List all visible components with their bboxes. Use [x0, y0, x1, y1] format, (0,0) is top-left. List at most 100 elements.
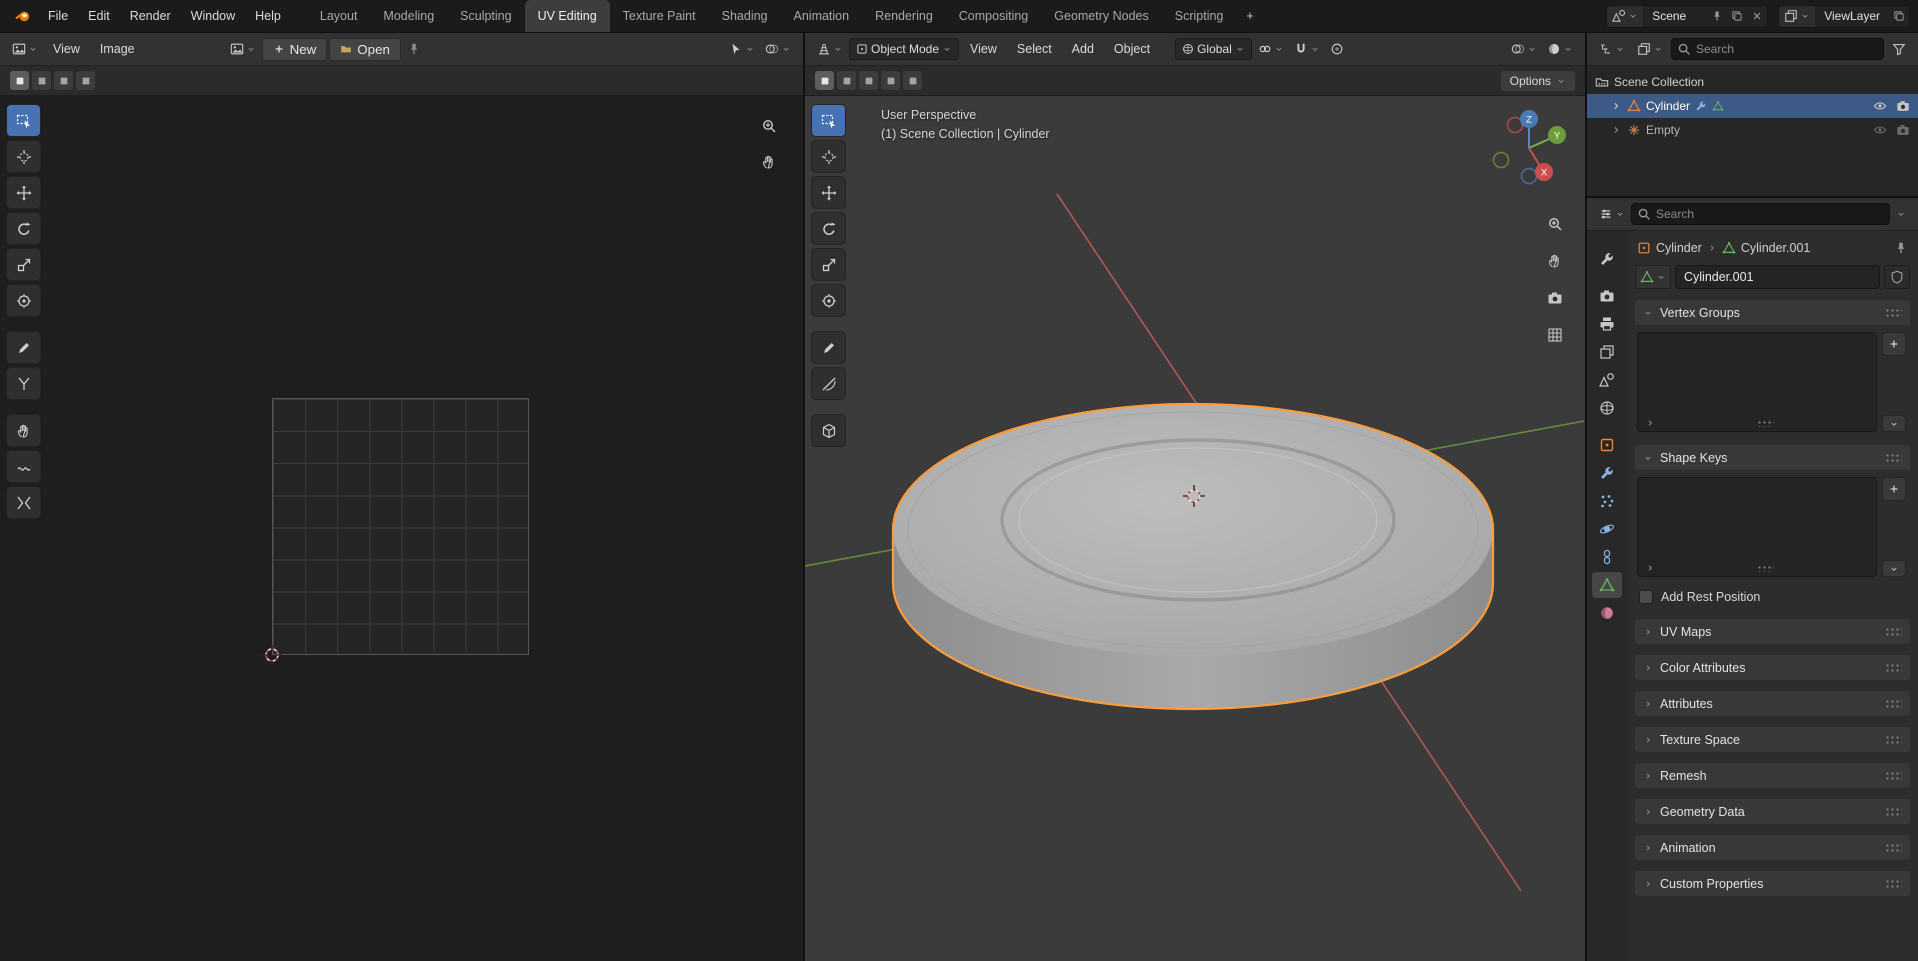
disable-render-icon[interactable] [1896, 123, 1910, 137]
orthographic-toggle-icon[interactable] [1547, 327, 1563, 343]
panel-grip[interactable] [1885, 663, 1902, 672]
tool-cursor[interactable] [7, 141, 40, 172]
viewport-overlays-dropdown[interactable] [1507, 39, 1541, 59]
color-attributes-panel-header[interactable]: Color Attributes [1635, 655, 1910, 680]
menu-render[interactable]: Render [120, 0, 181, 32]
tool-tweak-select-box[interactable] [7, 105, 40, 136]
vp-select-mode-invert[interactable] [881, 71, 900, 90]
panel-grip[interactable] [1885, 843, 1902, 852]
properties-tab-physics[interactable] [1592, 516, 1622, 542]
properties-tab-modifiers[interactable] [1592, 460, 1622, 486]
disable-render-icon[interactable] [1896, 99, 1910, 113]
properties-tab-view-layer[interactable] [1592, 339, 1622, 365]
tool-rotate[interactable] [7, 213, 40, 244]
vertex-group-specials-menu[interactable] [1882, 415, 1906, 432]
tool-transform[interactable] [7, 285, 40, 316]
uv-maps-panel-header[interactable]: UV Maps [1635, 619, 1910, 644]
tab-layout[interactable]: Layout [307, 0, 371, 32]
vp-select-mode-extend[interactable] [837, 71, 856, 90]
snapping-dropdown[interactable] [1290, 39, 1324, 59]
panel-grip[interactable] [1885, 699, 1902, 708]
menu-file[interactable]: File [38, 0, 78, 32]
expand-icon[interactable] [1610, 100, 1622, 112]
vp-menu-view[interactable]: View [961, 33, 1006, 65]
custom-properties-panel-header[interactable]: Custom Properties [1635, 871, 1910, 896]
tool-add-cube[interactable] [812, 415, 845, 446]
properties-tab-output[interactable] [1592, 311, 1622, 337]
hide-eye-icon[interactable] [1873, 99, 1887, 113]
uv-menu-image[interactable]: Image [91, 33, 144, 65]
tool-move[interactable] [812, 177, 845, 208]
tab-geometry-nodes[interactable]: Geometry Nodes [1041, 0, 1161, 32]
uv-overlays-dropdown[interactable] [761, 39, 795, 59]
pan-icon[interactable] [1547, 253, 1563, 269]
vp-select-mode-subtract[interactable] [859, 71, 878, 90]
mesh-datablock-browse-button[interactable] [1635, 265, 1671, 289]
expand-icon[interactable] [1610, 124, 1622, 136]
proportional-editing-icon[interactable] [1326, 39, 1348, 59]
panel-grip[interactable] [1885, 627, 1902, 636]
datablock-name-field[interactable] [1675, 265, 1880, 289]
shape-keys-panel-header[interactable]: Shape Keys [1635, 445, 1910, 470]
cylinder-object[interactable] [893, 404, 1493, 709]
camera-view-icon[interactable] [1547, 290, 1563, 306]
pivot-point-dropdown[interactable] [1254, 39, 1288, 59]
attributes-panel-header[interactable]: Attributes [1635, 691, 1910, 716]
view-layer-browse-button[interactable] [1779, 6, 1815, 27]
vp-menu-select[interactable]: Select [1008, 33, 1061, 65]
tool-tweak-select-box[interactable] [812, 105, 845, 136]
panel-grip[interactable] [1885, 771, 1902, 780]
pin-image-icon[interactable] [403, 39, 425, 59]
properties-tab-material[interactable] [1592, 600, 1622, 626]
properties-search-input[interactable] [1631, 203, 1890, 225]
view-layer-name[interactable]: ViewLayer [1815, 9, 1889, 23]
tab-scripting[interactable]: Scripting [1162, 0, 1237, 32]
tool-cursor[interactable] [812, 141, 845, 172]
panel-grip[interactable] [1885, 807, 1902, 816]
animation-panel-header[interactable]: Animation [1635, 835, 1910, 860]
modifier-icon[interactable] [1695, 100, 1707, 112]
properties-tab-world[interactable] [1592, 395, 1622, 421]
properties-tab-render[interactable] [1592, 283, 1622, 309]
uv-editor-type-button[interactable] [8, 39, 42, 59]
tab-shading[interactable]: Shading [709, 0, 781, 32]
uv-zoom-icon[interactable] [761, 118, 777, 134]
vertex-groups-panel-header[interactable]: Vertex Groups [1635, 300, 1910, 325]
outliner-filter-icon[interactable] [1888, 39, 1910, 59]
tool-rip-region[interactable] [7, 368, 40, 399]
properties-tab-tool[interactable] [1592, 246, 1622, 272]
delete-scene-icon[interactable] [1747, 6, 1767, 27]
add-rest-position-checkbox[interactable] [1639, 590, 1653, 604]
breadcrumb-data[interactable]: Cylinder.001 [1741, 241, 1811, 255]
outliner-row-scene-collection[interactable]: Scene Collection [1587, 70, 1918, 94]
vertex-groups-list[interactable] [1637, 332, 1877, 432]
tab-texture-paint[interactable]: Texture Paint [610, 0, 709, 32]
remesh-panel-header[interactable]: Remesh [1635, 763, 1910, 788]
viewport-shading-dropdown[interactable] [1543, 39, 1577, 59]
pin-scene-icon[interactable] [1707, 6, 1727, 27]
list-resize-grip[interactable] [1757, 565, 1774, 572]
uv-menu-view[interactable]: View [44, 33, 89, 65]
properties-tab-object[interactable] [1592, 432, 1622, 458]
uv-2d-cursor[interactable] [262, 645, 282, 665]
tool-grab[interactable] [7, 415, 40, 446]
open-image-button[interactable]: Open [329, 38, 401, 61]
breadcrumb-object[interactable]: Cylinder [1656, 241, 1702, 255]
new-image-button[interactable]: New [262, 38, 328, 61]
properties-tab-constraints[interactable] [1592, 544, 1622, 570]
outliner-editor-type-button[interactable] [1595, 39, 1629, 59]
tool-relax[interactable] [7, 451, 40, 482]
properties-editor-type-button[interactable] [1595, 204, 1629, 224]
tab-rendering[interactable]: Rendering [862, 0, 946, 32]
mode-dropdown[interactable]: Object Mode [849, 38, 959, 60]
geometry-data-panel-header[interactable]: Geometry Data [1635, 799, 1910, 824]
tab-animation[interactable]: Animation [781, 0, 863, 32]
outliner-display-mode-button[interactable] [1633, 39, 1667, 59]
menu-help[interactable]: Help [245, 0, 291, 32]
shape-keys-list[interactable] [1637, 477, 1877, 577]
list-filter-expand-icon[interactable] [1645, 563, 1655, 573]
menu-edit[interactable]: Edit [78, 0, 120, 32]
list-filter-expand-icon[interactable] [1645, 418, 1655, 428]
image-browse-button[interactable] [226, 39, 260, 59]
properties-tab-particles[interactable] [1592, 488, 1622, 514]
